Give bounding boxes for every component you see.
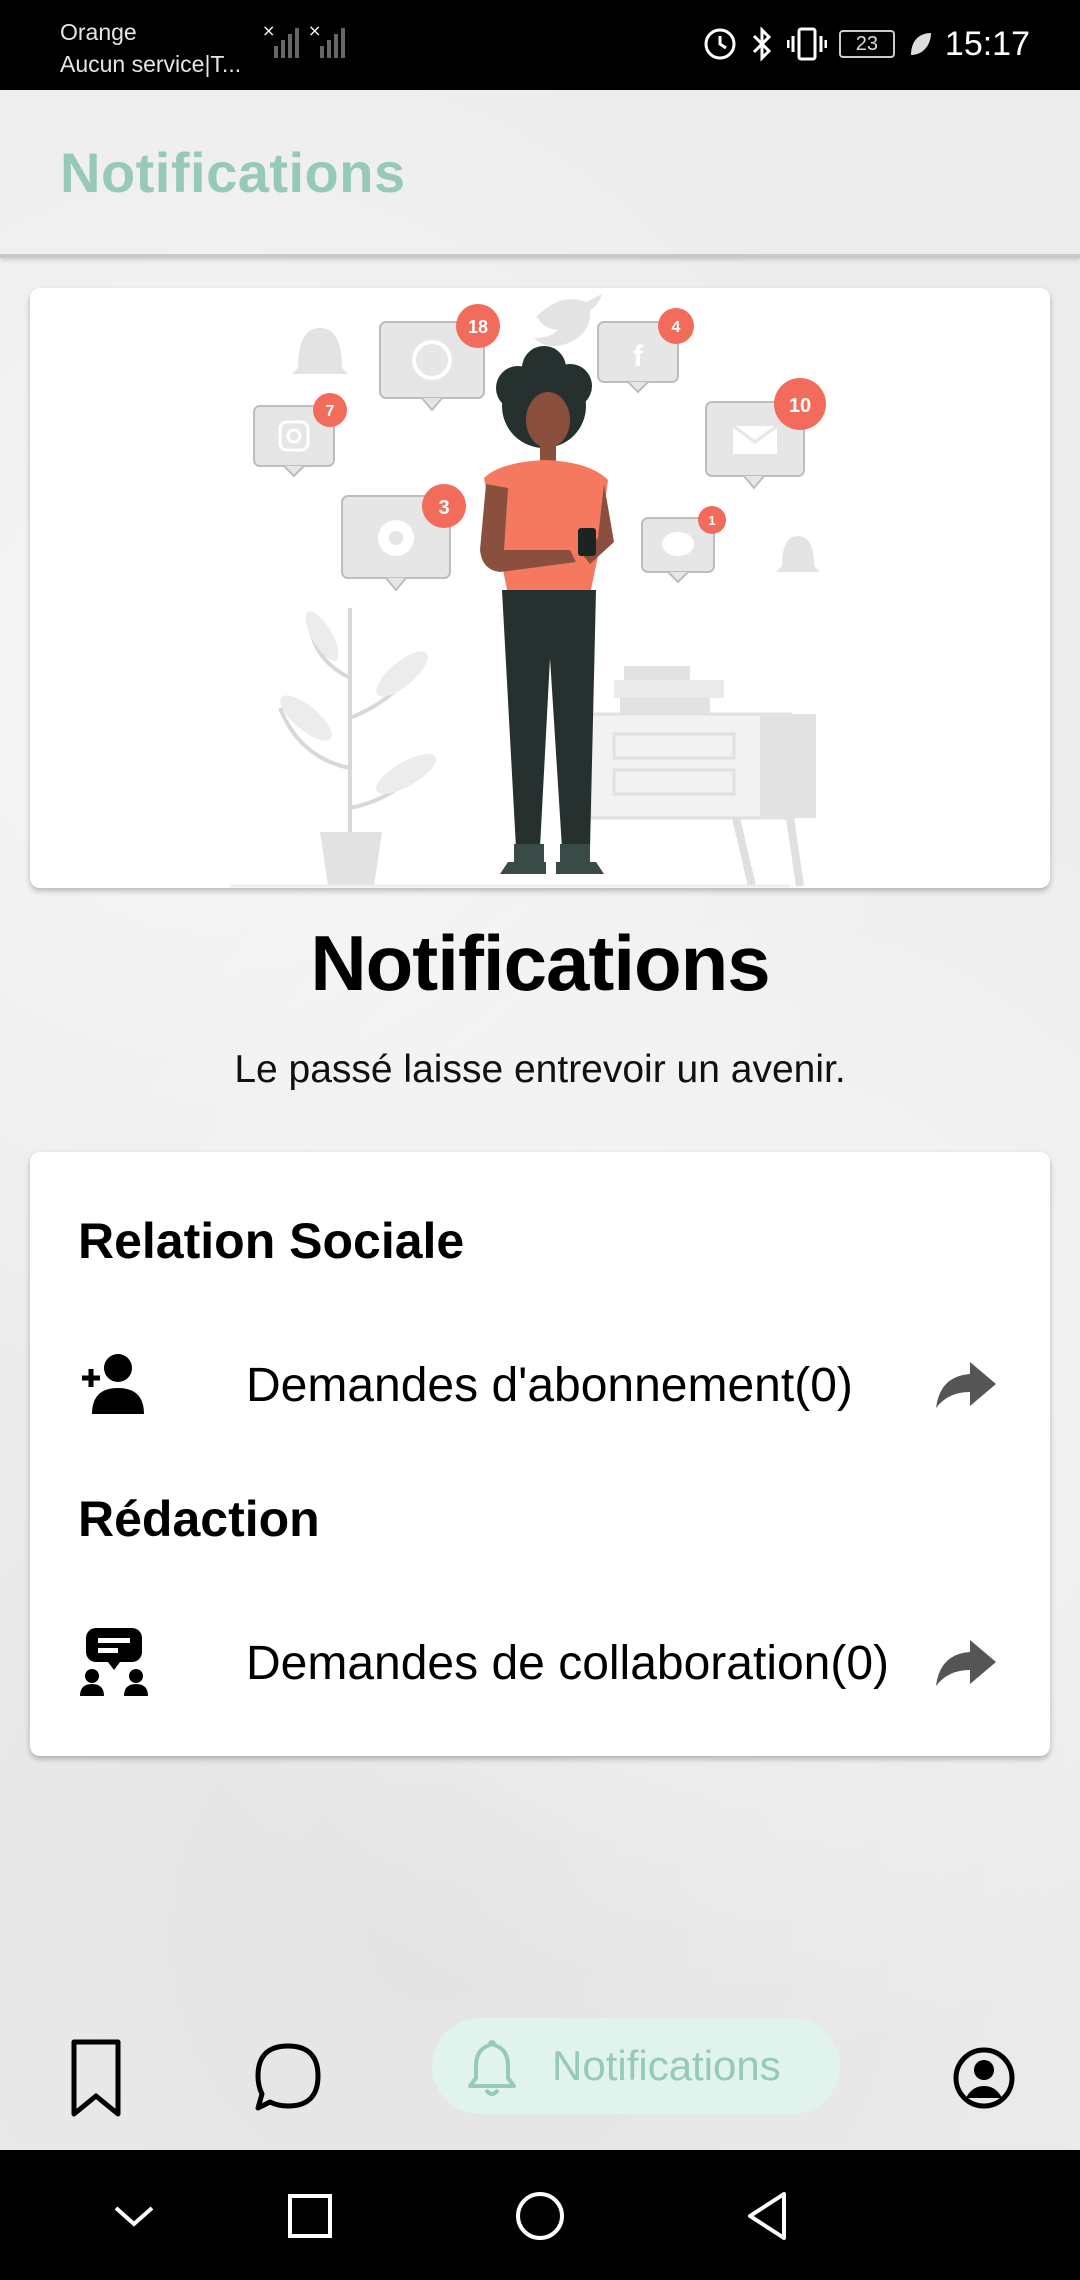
badge-settings: 3 [438,497,449,519]
whatsapp-bubble: 18 [379,304,500,412]
svg-text:×: × [262,22,275,40]
status-right: 23 15:17 [703,22,1030,66]
illustration-card: 18 f 4 7 10 3 1 [30,288,1050,888]
collaboration-requests-label: Demandes de collaboration(0) [246,1637,890,1690]
share-arrow-icon [936,1362,996,1408]
badge-chat: 1 [708,513,715,528]
hero-title: Notifications [310,919,770,1007]
status-bar: Orange Aucun service|T... × × 23 15:17 [0,0,1080,90]
bookmark-icon[interactable] [66,2030,126,2126]
nav-notifications-label: Notifications [552,2042,781,2089]
instagram-bubble: 7 [253,393,347,478]
collaboration-icon [80,1628,148,1696]
bell-icon [468,2040,516,2096]
app-header: Notifications [0,90,1080,258]
chat-icon[interactable] [252,2030,324,2126]
section-title-social: Relation Sociale [78,1213,465,1269]
account-icon[interactable] [952,2030,1016,2126]
twitter-icon [534,294,602,346]
signal-icon: × [308,22,345,58]
page-title: Notifications [60,141,406,204]
subscription-requests-label: Demandes d'abonnement(0) [246,1359,853,1412]
alarm-icon [704,28,736,60]
svg-text:f: f [633,340,644,373]
notifications-list-card: Relation Sociale Demandes d'abonnement(0… [30,1152,1050,1756]
battery-indicator: 23 [838,30,895,58]
badge-instagram: 7 [326,403,335,420]
facebook-bubble: f 4 [597,308,694,394]
signal-icon: × [262,22,299,58]
system-navigation-bar [0,2150,1080,2280]
chevron-down-icon[interactable] [106,2188,162,2244]
vibrate-icon [786,27,827,61]
recents-icon[interactable] [282,2188,338,2244]
person-add-icon [82,1354,144,1414]
cabinet-decor [588,666,816,887]
list-item-subscription-requests[interactable]: Demandes d'abonnement(0) [30,1328,1050,1438]
bottom-navigation: Notifications [0,2000,1080,2150]
carrier-service: Aucun service|T... [60,51,242,77]
bluetooth-icon [752,26,772,62]
section-title-redaction: Rédaction [78,1491,320,1547]
nav-notifications-active[interactable]: Notifications [432,2018,840,2114]
svg-text:×: × [308,22,321,40]
notifications-illustration: 18 f 4 7 10 3 1 [230,294,826,888]
badge-whatsapp: 18 [468,317,488,337]
chat-bubble: 1 [641,506,726,584]
share-arrow-icon [936,1640,996,1686]
list-item-collaboration-requests[interactable]: Demandes de collaboration(0) [30,1606,1050,1716]
mail-bubble: 10 [705,378,826,490]
carrier-name: Orange [60,19,137,45]
home-icon[interactable] [512,2188,568,2244]
clock: 15:17 [944,24,1030,63]
back-icon[interactable] [740,2188,796,2244]
settings-bubble: 3 [341,484,466,592]
hero-subtitle: Le passé laisse entrevoir un avenir. [234,1048,846,1091]
badge-mail: 10 [789,395,811,417]
carrier-info: Orange Aucun service|T... [60,16,241,80]
badge-facebook: 4 [672,319,681,336]
leaf-icon [910,33,931,55]
